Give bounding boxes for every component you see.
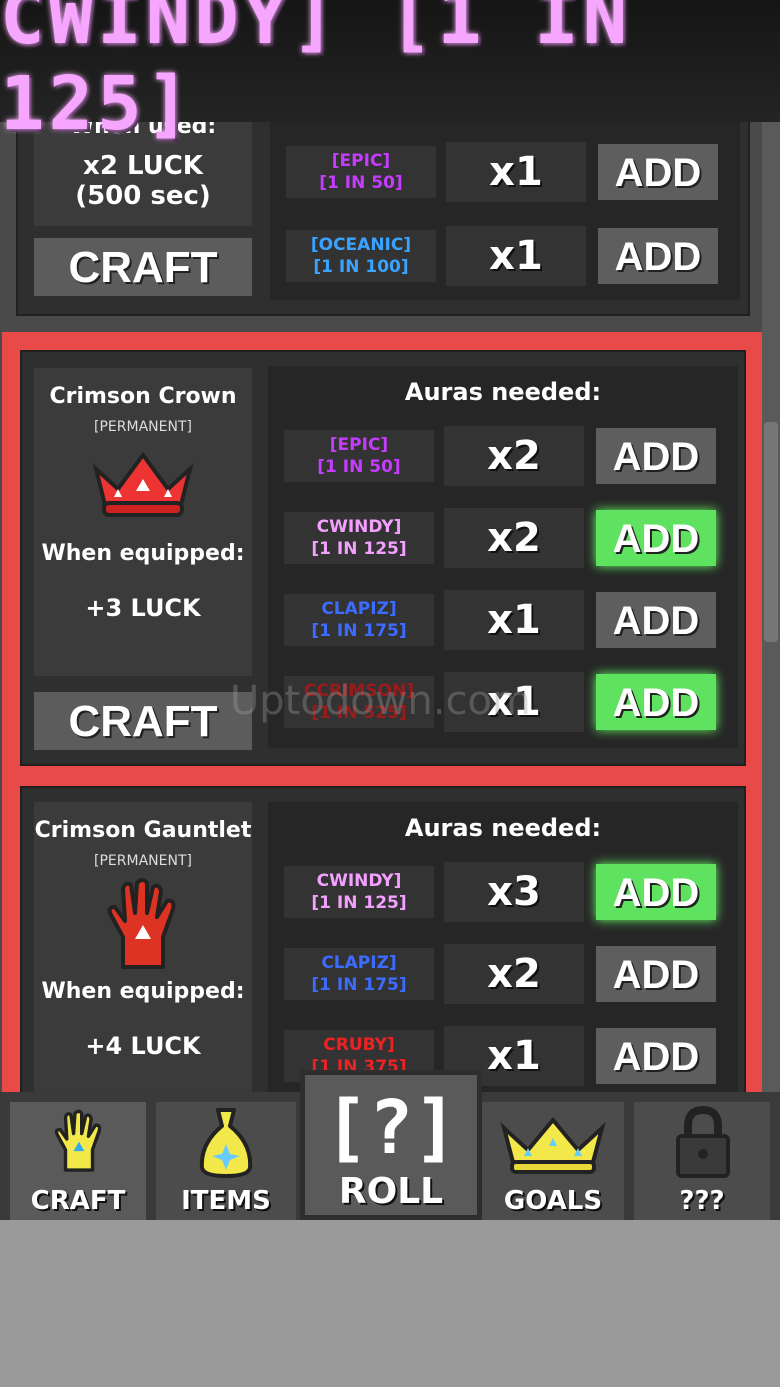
- empty-area: [0, 1220, 780, 1387]
- item-info-panel: Crimson Gauntlet [PERMANENT] When equipp…: [34, 802, 252, 1092]
- equip-label: When equipped:: [41, 541, 245, 566]
- tab-goals-label: GOALS: [503, 1186, 603, 1216]
- tab-craft-label: CRAFT: [30, 1186, 126, 1216]
- requirement-row: CWINDY] [1 IN 125] x3 ADD: [276, 862, 724, 922]
- aura-rarity: [1 IN 125]: [311, 893, 407, 913]
- requirements-panel: [EPIC] [1 IN 50] x1 ADD [OCEANIC] [1 IN …: [270, 122, 740, 300]
- potion-card: When used: x2 LUCK (500 sec) CRAFT [EPIC…: [16, 122, 750, 316]
- add-button[interactable]: ADD: [596, 1028, 716, 1084]
- aura-chip: CLAPIZ] [1 IN 175]: [284, 948, 434, 1000]
- aura-rarity: [1 IN 125]: [311, 539, 407, 559]
- aura-chip: CLAPIZ] [1 IN 175]: [284, 594, 434, 646]
- requirement-row: CLAPIZ] [1 IN 175] x1 ADD: [276, 590, 724, 650]
- crown-icon: [500, 1116, 606, 1180]
- effect-duration: (500 sec): [75, 181, 211, 211]
- luck-bonus: +4 LUCK: [85, 1032, 201, 1060]
- aura-name: CWINDY]: [316, 517, 402, 537]
- add-button[interactable]: ADD: [596, 592, 716, 648]
- aura-chip: [EPIC] [1 IN 50]: [286, 146, 436, 198]
- aura-rarity: [1 IN 100]: [313, 257, 409, 277]
- add-button[interactable]: ADD: [596, 674, 716, 730]
- quantity: x2: [444, 426, 584, 486]
- item-name: Crimson Gauntlet: [34, 818, 252, 843]
- bottom-nav: CRAFT ITEMS [?] ROLL GOALS ???: [0, 1070, 780, 1220]
- aura-chip: CWINDY] [1 IN 125]: [284, 866, 434, 918]
- equip-label: When equipped:: [41, 979, 245, 1004]
- requirement-row: CWINDY] [1 IN 125] x2 ADD: [276, 508, 724, 568]
- aura-chip: [EPIC] [1 IN 50]: [284, 430, 434, 482]
- auras-needed-label: Auras needed:: [404, 814, 602, 842]
- quantity: x1: [446, 226, 586, 286]
- tab-locked[interactable]: ???: [634, 1102, 770, 1220]
- banner-title: CWINDY] [1 IN 125]: [0, 0, 632, 147]
- aura-chip: CWINDY] [1 IN 125]: [284, 512, 434, 564]
- auras-needed-label: Auras needed:: [404, 378, 602, 406]
- requirement-row: CLAPIZ] [1 IN 175] x2 ADD: [276, 944, 724, 1004]
- tab-items-label: ITEMS: [181, 1186, 271, 1216]
- quantity: x2: [444, 508, 584, 568]
- permanent-tag: [PERMANENT]: [94, 853, 192, 869]
- crafting-list[interactable]: When used: x2 LUCK (500 sec) CRAFT [EPIC…: [0, 122, 780, 1092]
- lock-icon: [674, 1105, 732, 1182]
- watermark: Uptodown.com: [230, 678, 531, 724]
- add-button[interactable]: ADD: [596, 946, 716, 1002]
- tab-items[interactable]: ITEMS: [156, 1102, 296, 1220]
- aura-name: [OCEANIC]: [310, 235, 412, 255]
- tab-craft[interactable]: CRAFT: [10, 1102, 146, 1220]
- item-info-panel: Crimson Crown [PERMANENT] When equipped:…: [34, 368, 252, 676]
- add-button[interactable]: ADD: [596, 864, 716, 920]
- quantity: x1: [444, 590, 584, 650]
- tab-locked-label: ???: [679, 1186, 725, 1216]
- add-button[interactable]: ADD: [596, 428, 716, 484]
- crimson-gauntlet-card: Crimson Gauntlet [PERMANENT] When equipp…: [20, 786, 746, 1092]
- aura-rarity: [1 IN 50]: [317, 457, 401, 477]
- aura-title-banner: CWINDY] [1 IN 125]: [0, 0, 780, 147]
- quantity: x3: [444, 862, 584, 922]
- quantity: x2: [444, 944, 584, 1004]
- permanent-tag: [PERMANENT]: [94, 419, 192, 435]
- bag-icon: [194, 1104, 258, 1184]
- effect-text: x2 LUCK: [83, 151, 203, 181]
- add-button[interactable]: ADD: [598, 144, 718, 200]
- aura-rarity: [1 IN 175]: [311, 975, 407, 995]
- aura-name: CRUBY]: [323, 1035, 395, 1055]
- aura-name: CLAPIZ]: [321, 599, 397, 619]
- requirement-row: [EPIC] [1 IN 50] x1 ADD: [278, 142, 726, 202]
- aura-name: [EPIC]: [329, 435, 389, 455]
- glove-icon: [52, 1104, 106, 1182]
- aura-name: CWINDY]: [316, 871, 402, 891]
- requirement-row: [EPIC] [1 IN 50] x2 ADD: [276, 426, 724, 486]
- glove-icon: [103, 877, 183, 971]
- luck-bonus: +3 LUCK: [85, 594, 201, 622]
- aura-rarity: [1 IN 175]: [311, 621, 407, 641]
- quantity: x1: [446, 142, 586, 202]
- crown-icon: [88, 447, 198, 521]
- craft-button[interactable]: CRAFT: [34, 692, 252, 750]
- roll-button[interactable]: [?] ROLL: [300, 1070, 482, 1220]
- aura-name: CLAPIZ]: [321, 953, 397, 973]
- add-button[interactable]: ADD: [596, 510, 716, 566]
- scrollbar[interactable]: [762, 122, 780, 1092]
- aura-name: [EPIC]: [331, 151, 391, 171]
- add-button[interactable]: ADD: [598, 228, 718, 284]
- craft-button[interactable]: CRAFT: [34, 238, 252, 296]
- roll-label: ROLL: [338, 1170, 444, 1212]
- question-icon: [?]: [324, 1084, 458, 1171]
- aura-chip: [OCEANIC] [1 IN 100]: [286, 230, 436, 282]
- requirement-row: [OCEANIC] [1 IN 100] x1 ADD: [278, 226, 726, 286]
- item-name: Crimson Crown: [49, 384, 237, 409]
- tab-goals[interactable]: GOALS: [482, 1102, 624, 1220]
- scrollbar-thumb[interactable]: [764, 422, 778, 642]
- requirements-panel: Auras needed: CWINDY] [1 IN 125] x3 ADD …: [268, 802, 738, 1092]
- aura-rarity: [1 IN 50]: [319, 173, 403, 193]
